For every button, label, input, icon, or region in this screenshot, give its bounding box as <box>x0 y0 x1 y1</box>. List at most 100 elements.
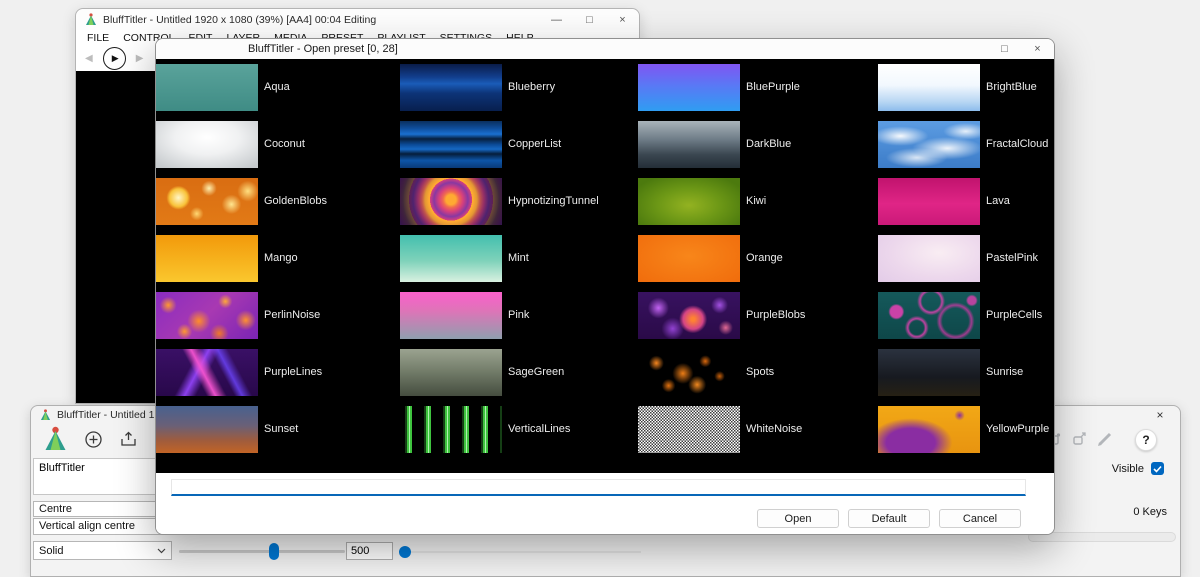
help-button[interactable]: ? <box>1135 429 1157 451</box>
preset-thumbnail-sunset[interactable] <box>156 406 258 453</box>
minimize-icon[interactable]: — <box>540 9 573 30</box>
preset-item[interactable]: Sunrise <box>878 349 1054 406</box>
preset-thumbnail-mango[interactable] <box>156 235 258 282</box>
preset-item[interactable]: Orange <box>638 235 878 292</box>
preset-item[interactable]: Spots <box>638 349 878 406</box>
preset-item[interactable]: VerticalLines <box>400 406 638 463</box>
cancel-button[interactable]: Cancel <box>939 509 1021 528</box>
menu-item-file[interactable]: FILE <box>80 32 116 44</box>
preset-item[interactable]: DarkBlue <box>638 121 878 178</box>
preset-thumbnail-brightblue[interactable] <box>878 64 980 111</box>
dialog-title-bar[interactable]: BluffTitler - Open preset [0, 28] □ × <box>156 39 1054 59</box>
preset-item[interactable]: BluePurple <box>638 64 878 121</box>
next-icon[interactable]: ▶ <box>136 53 144 64</box>
preset-item[interactable]: WhiteNoise <box>638 406 878 463</box>
previous-icon[interactable]: ◀ <box>85 53 93 64</box>
filename-input[interactable] <box>171 479 1026 496</box>
maximize-icon[interactable]: □ <box>988 39 1021 59</box>
preset-thumbnail-whitenoise[interactable] <box>638 406 740 453</box>
preset-thumbnail-blueberry[interactable] <box>400 64 502 111</box>
preset-item[interactable]: CopperList <box>400 121 638 178</box>
preset-thumbnail-yellowpurple[interactable] <box>878 406 980 453</box>
preset-thumbnail-goldenblobs[interactable] <box>156 178 258 225</box>
preset-thumbnail-aqua[interactable] <box>156 64 258 111</box>
secondary-slider-handle[interactable] <box>399 546 411 558</box>
preset-item[interactable]: Pink <box>400 292 638 349</box>
preset-item[interactable]: PurpleBlobs <box>638 292 878 349</box>
preset-item[interactable]: PastelPink <box>878 235 1054 292</box>
add-layer-icon[interactable] <box>84 430 103 449</box>
preset-name: Coconut <box>264 121 305 168</box>
preset-item[interactable]: PerlinNoise <box>156 292 400 349</box>
preset-item[interactable]: GoldenBlobs <box>156 178 400 235</box>
secondary-slider-track[interactable] <box>405 551 641 553</box>
preset-name: PastelPink <box>986 235 1038 282</box>
preset-item[interactable]: Coconut <box>156 121 400 178</box>
preset-name: HypnotizingTunnel <box>508 178 599 225</box>
preset-item[interactable]: Lava <box>878 178 1054 235</box>
preset-item[interactable]: PurpleLines <box>156 349 400 406</box>
preset-thumbnail-purplelines[interactable] <box>156 349 258 396</box>
scale-tool-icon[interactable] <box>1071 431 1087 447</box>
preset-item[interactable]: YellowPurple <box>878 406 1054 463</box>
preset-name: GoldenBlobs <box>264 178 327 225</box>
preset-thumbnail-spots[interactable] <box>638 349 740 396</box>
preset-thumbnail-kiwi[interactable] <box>638 178 740 225</box>
preset-name: Spots <box>746 349 774 396</box>
preset-item[interactable]: Sunset <box>156 406 400 463</box>
preset-thumbnail-copperlist[interactable] <box>400 121 502 168</box>
title-bar[interactable]: BluffTitler - Untitled 1920 x 1080 (39%)… <box>76 9 639 30</box>
play-button[interactable]: ▶ <box>103 47 126 70</box>
close-icon[interactable]: × <box>606 9 639 30</box>
size-value-input[interactable] <box>346 542 393 560</box>
preset-item[interactable]: Aqua <box>156 64 400 121</box>
preset-name: SageGreen <box>508 349 564 396</box>
preset-thumbnail-sunrise[interactable] <box>878 349 980 396</box>
preset-thumbnail-perlinnoise[interactable] <box>156 292 258 339</box>
preset-item[interactable]: BrightBlue <box>878 64 1054 121</box>
preset-item[interactable]: Kiwi <box>638 178 878 235</box>
visible-checkbox[interactable] <box>1151 462 1164 475</box>
preset-name: Kiwi <box>746 178 766 225</box>
size-slider-track[interactable] <box>179 550 345 553</box>
preset-item[interactable]: PurpleCells <box>878 292 1054 349</box>
preset-name: PurpleCells <box>986 292 1042 339</box>
preset-thumbnail-bluepurple[interactable] <box>638 64 740 111</box>
preset-item[interactable]: SageGreen <box>400 349 638 406</box>
visible-label: Visible <box>1112 463 1144 475</box>
close-icon[interactable]: × <box>1021 39 1054 59</box>
default-button[interactable]: Default <box>848 509 930 528</box>
preset-item[interactable]: Blueberry <box>400 64 638 121</box>
preset-thumbnail-sagegreen[interactable] <box>400 349 502 396</box>
preset-item[interactable]: Mint <box>400 235 638 292</box>
preset-thumbnail-purplecells[interactable] <box>878 292 980 339</box>
style-dropdown[interactable]: Solid <box>33 541 172 560</box>
dialog-actions: Open Default Cancel <box>757 509 1021 528</box>
preset-item[interactable]: FractalCloud <box>878 121 1054 178</box>
open-button[interactable]: Open <box>757 509 839 528</box>
maximize-icon[interactable]: □ <box>573 9 606 30</box>
preset-thumbnail-coconut[interactable] <box>156 121 258 168</box>
preset-thumbnail-purpleblobs[interactable] <box>638 292 740 339</box>
preset-thumbnail-orange[interactable] <box>638 235 740 282</box>
preset-thumbnail-fractalcloud[interactable] <box>878 121 980 168</box>
preset-name: BluePurple <box>746 64 800 111</box>
preset-thumbnail-darkblue[interactable] <box>638 121 740 168</box>
pencil-icon[interactable] <box>1096 430 1114 448</box>
preset-name: Sunset <box>264 406 298 453</box>
preset-name: Aqua <box>264 64 290 111</box>
preset-thumbnail-verticallines[interactable] <box>400 406 502 453</box>
visible-row: Visible <box>1112 462 1164 475</box>
preset-thumbnail-hypnotizingtunnel[interactable] <box>400 178 502 225</box>
preset-thumbnail-mint[interactable] <box>400 235 502 282</box>
preset-name: PurpleLines <box>264 349 322 396</box>
close-icon[interactable]: × <box>1146 407 1174 423</box>
preset-thumbnail-lava[interactable] <box>878 178 980 225</box>
preset-name: YellowPurple <box>986 406 1049 453</box>
size-slider-handle[interactable] <box>269 543 279 560</box>
preset-item[interactable]: HypnotizingTunnel <box>400 178 638 235</box>
preset-thumbnail-pink[interactable] <box>400 292 502 339</box>
export-icon[interactable] <box>119 430 138 449</box>
preset-item[interactable]: Mango <box>156 235 400 292</box>
preset-thumbnail-pastelpink[interactable] <box>878 235 980 282</box>
